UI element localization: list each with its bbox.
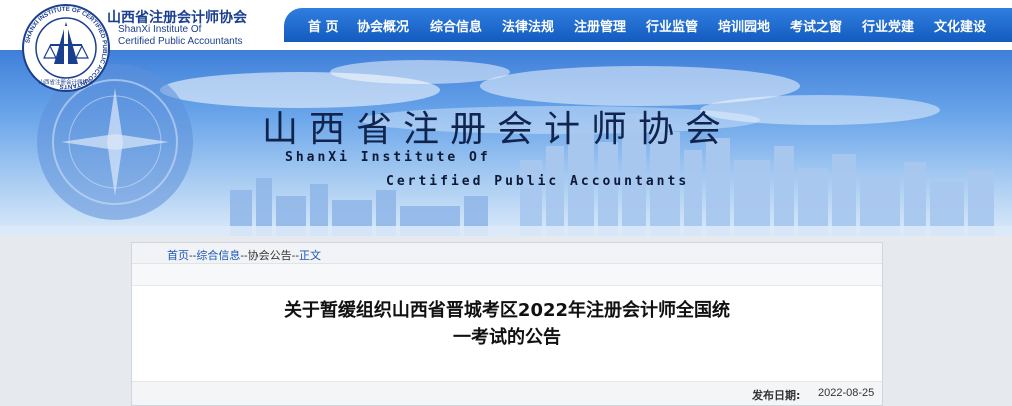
nav-item-party[interactable]: 行业党建	[862, 16, 914, 35]
breadcrumb-separator: --	[240, 250, 248, 262]
publish-date-label: 发布日期:	[752, 389, 801, 402]
breadcrumb-home[interactable]: 首页	[167, 250, 189, 262]
article-title-line1: 关于暂缓组织山西省晋城考区2022年注册会计师全国统	[283, 300, 731, 321]
nav-item-culture[interactable]: 文化建设	[934, 16, 986, 35]
org-name-en-line1: ShanXi Institute Of	[118, 24, 202, 35]
banner-subtitle-line2: Certified Public Accountants	[386, 174, 690, 189]
nav-item-info[interactable]: 综合信息	[430, 16, 482, 35]
banner-title: 山西省注册会计师协会	[262, 109, 733, 150]
nav-item-about[interactable]: 协会概况	[357, 16, 409, 35]
breadcrumb-subsection: 协会公告	[247, 250, 292, 262]
logo-bottom-text: 山西省注册会计师协会	[38, 78, 94, 86]
banner-subtitle-line1: ShanXi Institute Of	[285, 150, 491, 165]
site-header: 山西省注册会计师协会 ShanXi Institute Of Certified…	[0, 0, 1012, 50]
nav-item-home[interactable]: 首 页	[308, 16, 339, 35]
breadcrumb-current: 正文	[298, 250, 321, 262]
breadcrumb-bar: 首页--综合信息--协会公告--正文	[132, 243, 882, 264]
nav-item-registration[interactable]: 注册管理	[574, 16, 626, 35]
publish-date-value: 2022-08-25	[818, 387, 875, 399]
publish-date-row: 发布日期: 2022-08-25	[132, 381, 882, 405]
breadcrumb-section[interactable]: 综合信息	[196, 250, 240, 262]
article-title: 关于暂缓组织山西省晋城考区2022年注册会计师全国统 一考试的公告	[172, 297, 842, 351]
nav-item-supervision[interactable]: 行业监管	[646, 16, 698, 35]
article-panel: 首页--综合信息--协会公告--正文 关于暂缓组织山西省晋城考区2022年注册会…	[131, 242, 883, 406]
org-name-en-line2: Certified Public Accountants	[118, 36, 243, 47]
nav-item-training[interactable]: 培训园地	[718, 16, 770, 35]
article-title-line2: 一考试的公告	[453, 327, 561, 348]
nav-item-exam[interactable]: 考试之窗	[790, 16, 842, 35]
main-nav: 首 页 协会概况 综合信息 法律法规 注册管理 行业监管 培训园地 考试之窗 行…	[284, 8, 1012, 42]
breadcrumb: 首页--综合信息--协会公告--正文	[167, 247, 321, 263]
breadcrumb-separator: --	[291, 250, 299, 262]
nav-item-law[interactable]: 法律法规	[502, 16, 554, 35]
hero-banner: 山西省注册会计师协会 ShanXi Institute Of Certified…	[0, 50, 1012, 236]
toolbar-strip	[132, 264, 882, 286]
association-logo[interactable]: SHANXI INSTITUTE OF CERTIFIED PUBLIC ACC…	[22, 4, 110, 92]
